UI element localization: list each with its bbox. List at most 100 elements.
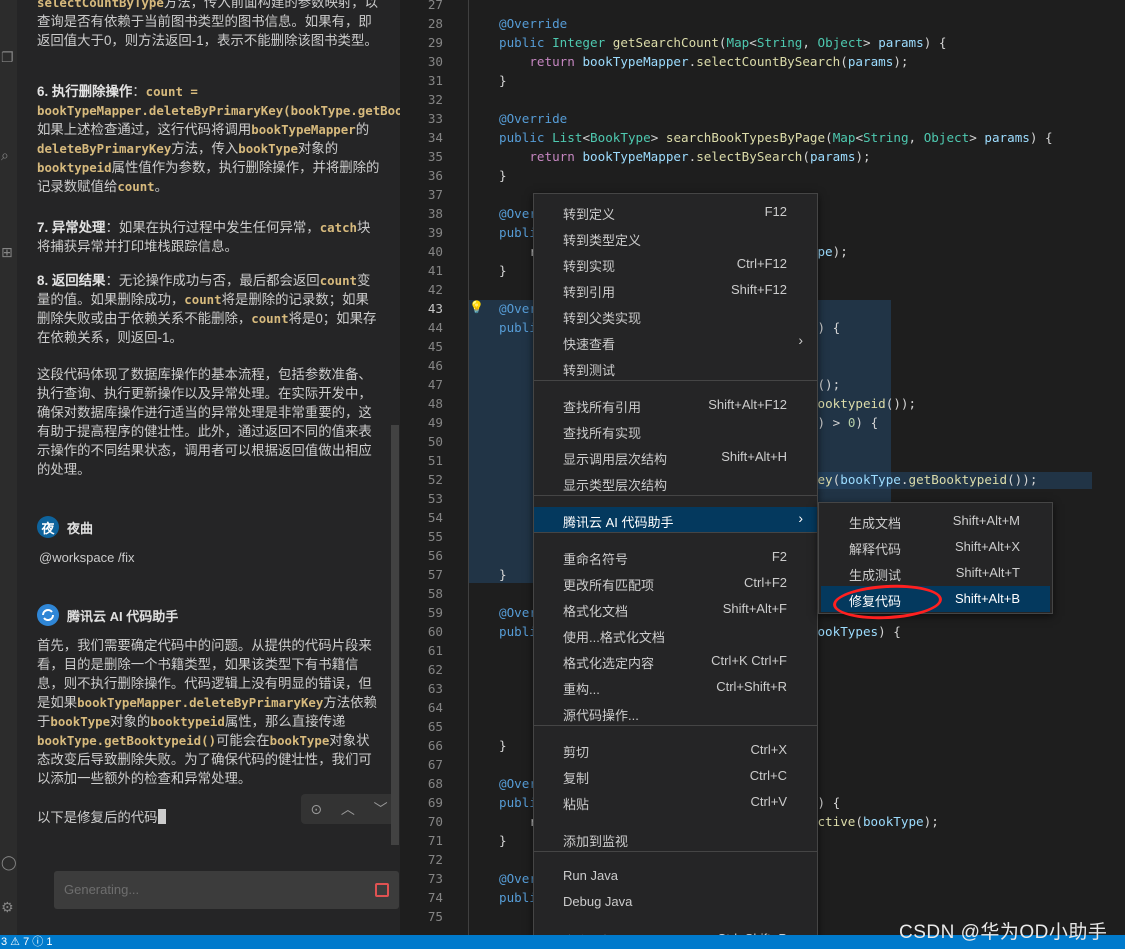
line-number: 29: [427, 35, 443, 50]
menu-item-label: 查找所有实现: [563, 426, 642, 441]
line-number: 33: [427, 111, 443, 126]
menu-item[interactable]: 腾讯云 AI 代码助手 ›: [534, 507, 817, 533]
menu-item[interactable]: 转到引用 Shift+F12: [534, 277, 817, 303]
submenu-item-label: 生成文档: [849, 516, 902, 531]
generating-text: 以下是修复后的代码: [37, 810, 158, 825]
menu-item-label: Run Java: [563, 868, 618, 883]
menu-item-label: 转到实现: [563, 259, 616, 274]
line-number: 34: [427, 130, 443, 145]
menu-item[interactable]: 显示类型层次结构: [534, 470, 817, 496]
chat-scrollbar[interactable]: [391, 425, 399, 845]
menu-item[interactable]: 重构... Ctrl+Shift+R: [534, 674, 817, 700]
gear-icon[interactable]: ⚙: [1, 900, 15, 914]
line-number: 28: [427, 16, 443, 31]
search-icon[interactable]: ⌕: [1, 148, 15, 162]
submenu-item[interactable]: 生成文档 Shift+Alt+M: [821, 508, 1050, 534]
menu-separator: [534, 725, 817, 726]
chat-paragraph: 6. 执行删除操作：count = bookTypeMapper.deleteB…: [37, 84, 400, 194]
chevron-up-icon[interactable]: ︿: [341, 799, 355, 819]
line-number: 45: [427, 339, 443, 354]
line-number: 40: [427, 244, 443, 259]
menu-item-label: 使用...格式化文档: [563, 630, 665, 645]
assistant-name: 腾讯云 AI 代码助手: [67, 608, 179, 624]
menu-item[interactable]: Run Java: [534, 863, 817, 889]
problems-indicator[interactable]: 3 ⚠ 7 ⓘ 1: [1, 935, 52, 949]
menu-item[interactable]: 转到定义 F12: [534, 199, 817, 225]
extensions-icon[interactable]: ⊞: [1, 245, 15, 259]
line-number: 65: [427, 719, 443, 734]
submenu-item-shortcut: Shift+Alt+B: [954, 591, 1020, 606]
menu-item[interactable]: 转到实现 Ctrl+F12: [534, 251, 817, 277]
scroll-controls: ⊙ ︿ ﹀: [301, 794, 397, 824]
menu-item-shortcut: Ctrl+Shift+R: [716, 679, 787, 694]
menu-item[interactable]: 转到测试: [534, 355, 817, 381]
scroll-top-icon[interactable]: ⊙: [310, 801, 322, 818]
line-number: 41: [427, 263, 443, 278]
menu-separator: [534, 495, 817, 496]
line-number: 62: [427, 662, 443, 677]
chat-paragraph: 这段代码体现了数据库操作的基本流程，包括参数准备、执行查询、执行更新操作以及异常…: [37, 367, 372, 477]
menu-item[interactable]: 查找所有引用 Shift+Alt+F12: [534, 392, 817, 418]
line-number: 70: [427, 814, 443, 829]
menu-item[interactable]: 转到类型定义: [534, 225, 817, 251]
menu-item-shortcut: Ctrl+F2: [744, 575, 787, 590]
menu-item[interactable]: 快速查看 ›: [534, 329, 817, 355]
menu-separator: [534, 851, 817, 852]
line-number: 60: [427, 624, 443, 639]
line-number: 53: [427, 491, 443, 506]
activity-bar: ❐ ⌕ ⊞ ◯ ⚙: [0, 0, 17, 935]
menu-item[interactable]: 转到父类实现: [534, 303, 817, 329]
menu-item[interactable]: 添加到监视: [534, 826, 817, 852]
menu-item[interactable]: Debug Java: [534, 889, 817, 915]
chat-paragraph: 8. 返回结果：无论操作成功与否，最后都会返回count变量的值。如果删除成功，…: [37, 273, 377, 345]
chat-paragraph: 首先，我们需要确定代码中的问题。从提供的代码片段来看，目的是删除一个书籍类型，如…: [37, 638, 377, 786]
user-message-header: 夜 夜曲: [37, 515, 93, 539]
menu-item-label: 格式化选定内容: [563, 656, 655, 671]
menu-item-label: 复制: [563, 771, 590, 786]
menu-item-shortcut: F12: [764, 204, 787, 219]
menu-item-shortcut: Ctrl+K Ctrl+F: [711, 653, 787, 668]
menu-item-shortcut: Ctrl+C: [749, 768, 787, 783]
lightbulb-icon[interactable]: 💡: [469, 300, 484, 314]
line-number: 73: [427, 871, 443, 886]
menu-item-label: 转到类型定义: [563, 233, 642, 248]
line-number: 49: [427, 415, 443, 430]
menu-item[interactable]: 复制 Ctrl+C: [534, 763, 817, 789]
stop-generating-button[interactable]: [375, 883, 389, 897]
menu-item-label: 转到定义: [563, 207, 616, 222]
line-number: 32: [427, 92, 443, 107]
menu-item[interactable]: 格式化文档 Shift+Alt+F: [534, 596, 817, 622]
chevron-down-icon[interactable]: ﹀: [374, 799, 388, 819]
menu-item[interactable]: 显示调用层次结构 Shift+Alt+H: [534, 444, 817, 470]
text-cursor: [157, 809, 166, 824]
assistant-logo-icon: [37, 604, 59, 626]
account-icon[interactable]: ◯: [1, 855, 17, 869]
chevron-right-icon: ›: [798, 510, 803, 526]
menu-item[interactable]: 剪切 Ctrl+X: [534, 737, 817, 763]
menu-item-shortcut: Ctrl+F12: [736, 256, 787, 271]
menu-item[interactable]: 重命名符号 F2: [534, 544, 817, 570]
menu-item-shortcut: Shift+Alt+F: [722, 601, 787, 616]
menu-item-label: 腾讯云 AI 代码助手: [563, 515, 674, 530]
line-number: 55: [427, 529, 443, 544]
line-number: 54: [427, 510, 443, 525]
menu-item[interactable]: 源代码操作...: [534, 700, 817, 726]
line-number: 48: [427, 396, 443, 411]
submenu-item[interactable]: 生成测试 Shift+Alt+T: [821, 560, 1050, 586]
explorer-icon[interactable]: ❐: [1, 50, 15, 64]
chevron-right-icon: ›: [798, 332, 803, 348]
line-number: 43: [427, 301, 443, 316]
menu-item[interactable]: 使用...格式化文档: [534, 622, 817, 648]
menu-item[interactable]: 查找所有实现: [534, 418, 817, 444]
line-number: 68: [427, 776, 443, 791]
menu-item[interactable]: 更改所有匹配项 Ctrl+F2: [534, 570, 817, 596]
chat-input[interactable]: Generating...: [54, 871, 399, 909]
menu-item-label: 剪切: [563, 745, 590, 760]
menu-item[interactable]: 格式化选定内容 Ctrl+K Ctrl+F: [534, 648, 817, 674]
menu-item[interactable]: 粘贴 Ctrl+V: [534, 789, 817, 815]
submenu-item[interactable]: 解释代码 Shift+Alt+X: [821, 534, 1050, 560]
line-number: 61: [427, 643, 443, 658]
line-number: 75: [427, 909, 443, 924]
menu-item-shortcut: Shift+Alt+H: [721, 449, 787, 464]
chat-paragraph: 7. 异常处理：如果在执行过程中发生任何异常，catch块将捕获异常并打印堆栈跟…: [37, 220, 371, 254]
